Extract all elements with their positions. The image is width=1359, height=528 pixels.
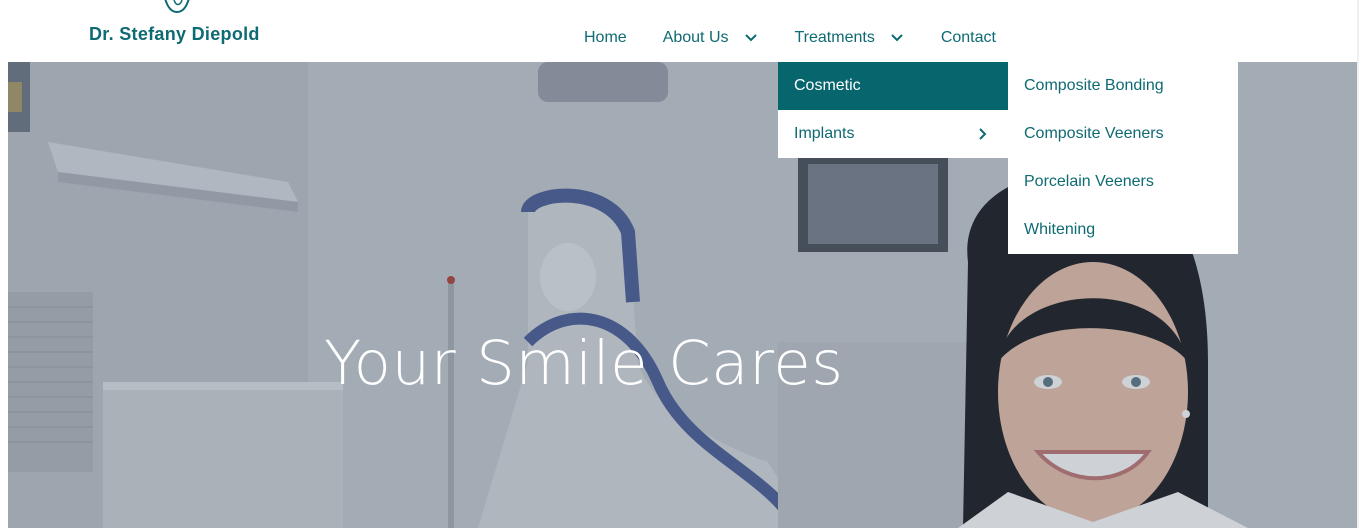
menu-item-cosmetic[interactable]: Cosmetic [778,62,1008,110]
logo[interactable]: Dr. Stefany Diepold [88,0,288,60]
chevron-down-icon [744,34,757,42]
hero-title: Your Smile Cares [324,328,844,399]
submenu-item-composite-veeners[interactable]: Composite Veeners [1008,110,1238,158]
site-header: Dr. Stefany Diepold Home About Us Treatm… [0,0,1359,62]
nav-treatments-label: Treatments [794,29,875,46]
menu-item-implants-label: Implants [794,125,855,142]
nav-home[interactable]: Home [584,29,627,47]
chevron-down-icon [891,34,903,42]
submenu-item-composite-bonding[interactable]: Composite Bonding [1008,62,1238,110]
treatments-dropdown: Cosmetic Implants [778,62,1008,158]
nav-treatments[interactable]: Treatments [795,29,905,47]
tooth-logo-icon [164,0,190,14]
submenu-item-label: Porcelain Veeners [1024,173,1154,190]
submenu-item-porcelain-veeners[interactable]: Porcelain Veeners [1008,158,1238,206]
submenu-item-label: Composite Veeners [1024,125,1164,142]
nav-contact[interactable]: Contact [941,29,996,47]
nav-about-us[interactable]: About Us [663,29,759,47]
submenu-item-whitening[interactable]: Whitening [1008,206,1238,254]
nav-about-label: About Us [662,29,729,46]
submenu-item-label: Whitening [1024,221,1096,238]
menu-item-implants[interactable]: Implants [778,110,1008,158]
cosmetic-submenu: Composite Bonding Composite Veeners Porc… [1008,62,1238,254]
submenu-item-label: Composite Bonding [1024,77,1164,94]
nav-contact-label: Contact [940,29,996,46]
menu-item-cosmetic-label: Cosmetic [794,77,861,94]
chevron-right-icon [979,128,987,140]
nav-home-label: Home [584,29,627,46]
main-nav: Home About Us Treatments Contact [584,26,996,50]
brand-name: Dr. Stefany Diepold [89,24,260,44]
